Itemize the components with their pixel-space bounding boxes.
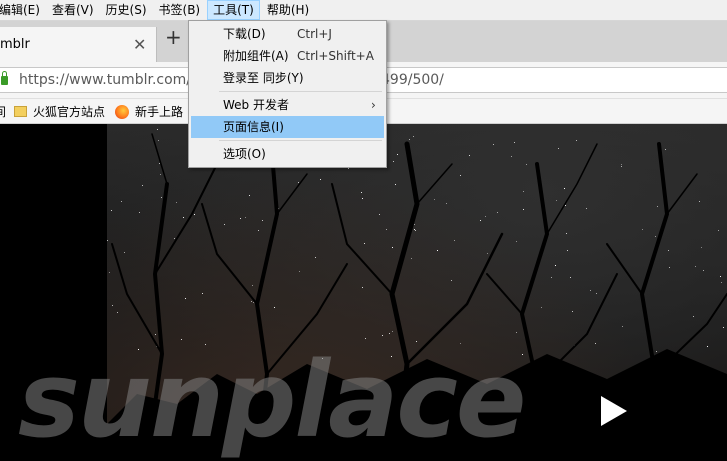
lock-icon[interactable] — [1, 71, 8, 85]
menu-item-addons[interactable]: 附加组件(A) Ctrl+Shift+A — [191, 45, 384, 67]
menu-item-web-developer[interactable]: Web 开发者 › — [191, 94, 384, 116]
menu-tools[interactable]: 工具(T) — [207, 0, 260, 20]
tab-title: mblr — [0, 37, 30, 52]
menu-edit[interactable]: 编辑(E) — [0, 0, 45, 20]
watermark-logo: sunplace — [18, 339, 526, 461]
chevron-right-icon: › — [371, 98, 376, 112]
menu-view[interactable]: 查看(V) — [47, 0, 99, 20]
bookmark-item[interactable]: 新手上路 — [115, 103, 183, 120]
menu-help[interactable]: 帮助(H) — [262, 0, 314, 20]
play-icon[interactable] — [601, 396, 627, 426]
new-tab-icon[interactable]: + — [165, 27, 182, 47]
tools-menu: 下载(D) Ctrl+J 附加组件(A) Ctrl+Shift+A 登录至 同步… — [188, 20, 387, 168]
menu-item-downloads[interactable]: 下载(D) Ctrl+J — [191, 23, 384, 45]
menu-separator — [219, 91, 382, 92]
folder-icon — [14, 106, 27, 117]
menu-history[interactable]: 历史(S) — [101, 0, 152, 20]
menu-bookmarks[interactable]: 书签(B) — [154, 0, 206, 20]
menu-bar: 编辑(E) 查看(V) 历史(S) 书签(B) 工具(T) 帮助(H) — [0, 0, 727, 21]
bookmark-item[interactable]: 火狐官方站点 — [14, 103, 105, 120]
tab-tumblr[interactable]: mblr ✕ — [0, 27, 157, 62]
bookmark-label: 火狐官方站点 — [33, 105, 106, 119]
bookmark-label: 新手上路 — [135, 105, 184, 119]
close-icon[interactable]: ✕ — [133, 35, 146, 54]
menu-item-sync-login[interactable]: 登录至 同步(Y) — [191, 67, 384, 89]
menu-item-page-info[interactable]: 页面信息(I) — [191, 116, 384, 138]
menu-separator — [219, 140, 382, 141]
url-text: https://www.tumblr.com/ — [19, 72, 192, 88]
menu-item-options[interactable]: 选项(O) — [191, 143, 384, 165]
url-text-tail: 499/500/ — [381, 72, 444, 88]
firefox-icon — [115, 104, 129, 119]
bookmark-partial[interactable]: 间 — [0, 103, 6, 120]
